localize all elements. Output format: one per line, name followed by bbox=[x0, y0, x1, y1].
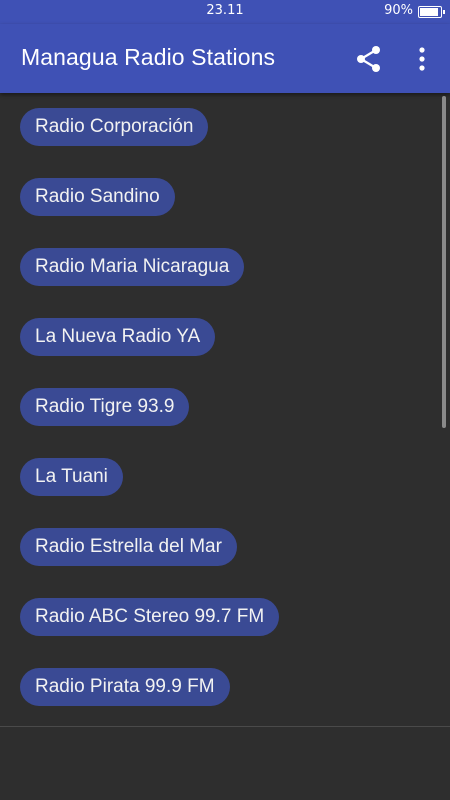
status-time: 23.11 bbox=[206, 3, 244, 18]
battery-percentage: 90% bbox=[384, 3, 413, 18]
page-title: Managua Radio Stations bbox=[21, 44, 276, 70]
app-bar: Managua Radio Stations bbox=[0, 24, 450, 93]
station-button[interactable]: La Nueva Radio YA bbox=[20, 318, 216, 356]
station-button[interactable]: La Tuani bbox=[20, 458, 123, 496]
station-button[interactable]: Radio Pirata 99.9 FM bbox=[20, 668, 230, 706]
more-vert-icon[interactable] bbox=[410, 42, 434, 76]
station-button[interactable]: Radio Estrella del Mar bbox=[20, 528, 237, 566]
station-button[interactable]: Radio Tigre 93.9 bbox=[20, 388, 190, 426]
scrollbar[interactable] bbox=[442, 96, 446, 428]
station-button[interactable]: Radio Corporación bbox=[20, 108, 209, 146]
station-button[interactable]: Radio Maria Nicaragua bbox=[20, 248, 245, 286]
bottom-area bbox=[0, 727, 450, 800]
station-button[interactable]: Radio ABC Stereo 99.7 FM bbox=[20, 598, 280, 636]
battery-icon bbox=[418, 6, 445, 18]
station-button[interactable]: Radio Sandino bbox=[20, 178, 175, 216]
station-list: Radio Corporación Radio Sandino Radio Ma… bbox=[0, 93, 450, 726]
status-bar: 23.11 90% bbox=[0, 0, 450, 24]
share-icon[interactable] bbox=[352, 42, 386, 76]
